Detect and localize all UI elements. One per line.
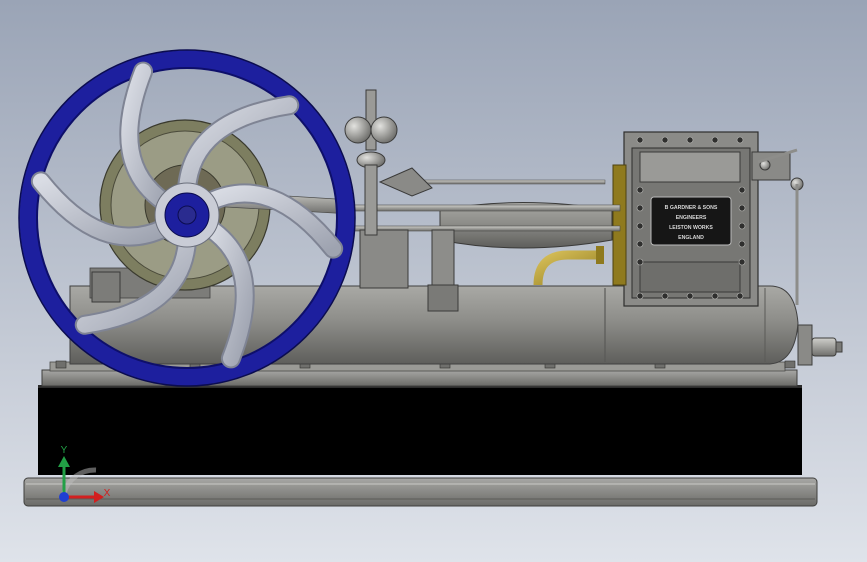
chest-bolt [738, 240, 746, 248]
chest-bolt [738, 204, 746, 212]
chest-bolt [738, 222, 746, 230]
black-plinth [38, 385, 802, 475]
maker-nameplate: B GARDNER & SONS ENGINEERS LEISTON WORKS… [650, 196, 732, 246]
chest-bolt [636, 204, 644, 212]
chest-bolt [636, 186, 644, 194]
chest-bolt [736, 136, 744, 144]
governor [344, 89, 433, 289]
chest-bolt [711, 136, 719, 144]
chest-bolt [636, 222, 644, 230]
z-axis-dot [59, 492, 69, 502]
base-plate [23, 477, 818, 507]
y-axis-label: Y [61, 445, 68, 456]
x-axis-label: X [104, 488, 111, 499]
steam-engine-model[interactable]: B GARDNER & SONS ENGINEERS LEISTON WORKS… [0, 0, 867, 562]
chest-bolt [661, 136, 669, 144]
chest-bolt [636, 292, 644, 300]
chest-bolt [686, 136, 694, 144]
cylinder-end-cap [797, 324, 843, 366]
chest-bolt [738, 186, 746, 194]
chest-bolt [686, 292, 694, 300]
nameplate-line-4: ENGLAND [678, 235, 704, 241]
chest-bolt [711, 292, 719, 300]
chest-bolt [738, 258, 746, 266]
valve-linkage [751, 148, 804, 305]
chest-bolt [661, 292, 669, 300]
nameplate-line-1: B GARDNER & SONS [665, 205, 718, 211]
chest-bolt [636, 136, 644, 144]
bed-bolt [55, 360, 67, 369]
chest-bolt [636, 240, 644, 248]
nameplate-line-2: ENGINEERS [676, 215, 707, 221]
nameplate-line-3: LEISTON WORKS [669, 225, 713, 231]
bed-bolt [784, 360, 796, 369]
graphics-viewport[interactable]: B GARDNER & SONS ENGINEERS LEISTON WORKS… [0, 0, 867, 562]
valve-chest: B GARDNER & SONS ENGINEERS LEISTON WORKS… [612, 131, 759, 307]
steam-pipe [533, 250, 600, 286]
chest-bolt [736, 292, 744, 300]
chest-bolt [636, 258, 644, 266]
